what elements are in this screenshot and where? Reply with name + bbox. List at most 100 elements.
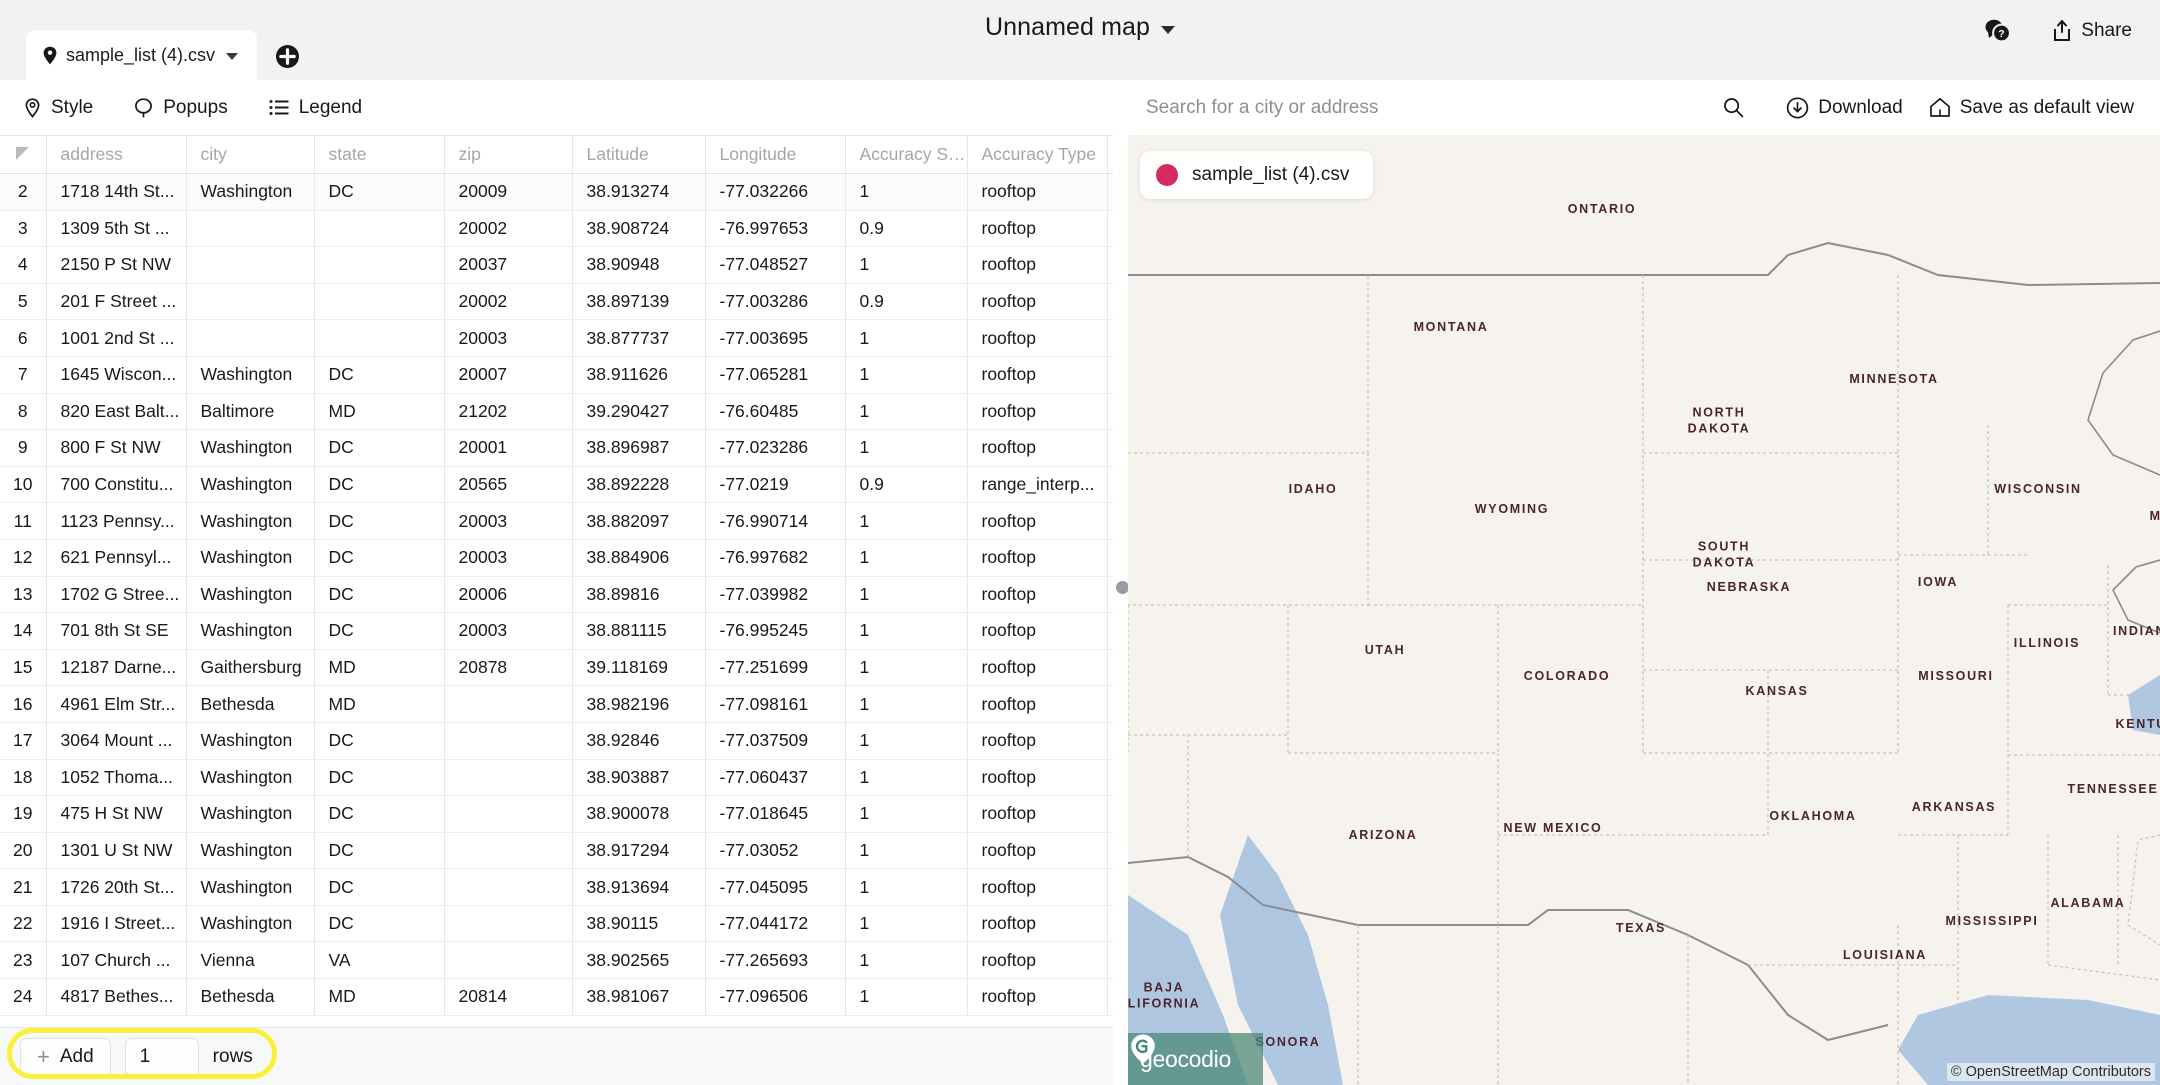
cell-longitude[interactable]: -77.003695	[705, 319, 846, 357]
cell-zip[interactable]: 20002	[444, 283, 573, 321]
table-row[interactable]: 15 12187 Darne... Gaithersburg MD 20878 39.11…	[0, 649, 1113, 687]
cell-accuracy-type[interactable]: rooftop	[967, 868, 1108, 906]
cell-state[interactable]: DC	[314, 576, 445, 614]
cell-accuracy-type[interactable]: rooftop	[967, 795, 1108, 833]
cell-city[interactable]	[186, 283, 315, 321]
cell-longitude[interactable]: -77.039982	[705, 576, 846, 614]
cell-latitude[interactable]: 38.900078	[572, 795, 706, 833]
cell-accuracy-score[interactable]: 1	[845, 978, 968, 1016]
cell-zip[interactable]	[444, 832, 573, 870]
cell-city[interactable]: Washington	[186, 905, 315, 943]
cell-state[interactable]: DC	[314, 173, 445, 211]
cell-accuracy-type[interactable]: rooftop	[967, 210, 1108, 248]
cell-zip[interactable]: 20003	[444, 502, 573, 540]
table-row[interactable]: 16 4961 Elm Str... Bethesda MD 38.982196 -77.…	[0, 685, 1113, 723]
cell-accuracy-type[interactable]: rooftop	[967, 173, 1108, 211]
cell-latitude[interactable]: 38.896987	[572, 429, 706, 467]
search-icon[interactable]	[1707, 97, 1760, 118]
cell-address[interactable]: 201 F Street ...	[46, 283, 187, 321]
row-number[interactable]: 18	[0, 759, 47, 797]
map-legend-chip[interactable]: sample_list (4).csv	[1140, 151, 1374, 199]
panel-resize-divider[interactable]	[1113, 80, 1129, 1085]
cell-state[interactable]	[314, 319, 445, 357]
cell-accuracy-type[interactable]: rooftop	[967, 722, 1108, 760]
column-header-city[interactable]: city	[186, 135, 315, 174]
cell-address[interactable]: 3064 Mount ...	[46, 722, 187, 760]
cell-city[interactable]: Washington	[186, 868, 315, 906]
row-number[interactable]: 15	[0, 649, 47, 687]
row-number[interactable]: 20	[0, 832, 47, 870]
cell-accuracy-type[interactable]: rooftop	[967, 612, 1108, 650]
cell-longitude[interactable]: -77.003286	[705, 283, 846, 321]
cell-city[interactable]: Baltimore	[186, 393, 315, 431]
geocodio-branding[interactable]: geocodio	[1128, 1033, 1263, 1085]
table-row[interactable]: 9 800 F St NW Washington DC 20001 38.896987 -7…	[0, 429, 1113, 467]
cell-latitude[interactable]: 38.884906	[572, 539, 706, 577]
cell-latitude[interactable]: 38.917294	[572, 832, 706, 870]
column-header-state[interactable]: state	[314, 135, 445, 174]
cell-accuracy-type[interactable]: rooftop	[967, 576, 1108, 614]
cell-zip[interactable]: 20003	[444, 319, 573, 357]
popups-button[interactable]: Popups	[134, 97, 228, 119]
cell-zip[interactable]	[444, 685, 573, 723]
cell-city[interactable]: Washington	[186, 466, 315, 504]
cell-state[interactable]: DC	[314, 429, 445, 467]
column-header-latitude[interactable]: Latitude	[572, 135, 706, 174]
cell-latitude[interactable]: 38.92846	[572, 722, 706, 760]
cell-address[interactable]: 1702 G Stree...	[46, 576, 187, 614]
cell-accuracy-type[interactable]: rooftop	[967, 649, 1108, 687]
cell-state[interactable]: DC	[314, 466, 445, 504]
row-number[interactable]: 16	[0, 685, 47, 723]
row-number[interactable]: 21	[0, 868, 47, 906]
cell-zip[interactable]: 20003	[444, 612, 573, 650]
table-row[interactable]: 7 1645 Wiscon... Washington DC 20007 38.91162…	[0, 356, 1113, 394]
cell-accuracy-type[interactable]: rooftop	[967, 356, 1108, 394]
row-number[interactable]: 5	[0, 283, 47, 321]
cell-address[interactable]: 621 Pennsyl...	[46, 539, 187, 577]
row-number[interactable]: 11	[0, 502, 47, 540]
table-row[interactable]: 20 1301 U St NW Washington DC 38.917294 -77.0…	[0, 832, 1113, 870]
cell-address[interactable]: 2150 P St NW	[46, 246, 187, 284]
cell-longitude[interactable]: -77.03052	[705, 832, 846, 870]
add-button[interactable]: + Add	[20, 1037, 111, 1076]
row-number[interactable]: 7	[0, 356, 47, 394]
row-number[interactable]: 23	[0, 941, 47, 980]
cell-address[interactable]: 700 Constitu...	[46, 466, 187, 504]
cell-state[interactable]: VA	[314, 941, 445, 980]
cell-address[interactable]: 4817 Bethes...	[46, 978, 187, 1016]
cell-longitude[interactable]: -77.265693	[705, 941, 846, 980]
table-row[interactable]: 24 4817 Bethes... Bethesda MD 20814 38.981067…	[0, 978, 1113, 1016]
cell-city[interactable]: Washington	[186, 356, 315, 394]
cell-latitude[interactable]: 38.913274	[572, 173, 706, 211]
table-row[interactable]: 8 820 East Balt... Baltimore MD 21202 39.2904…	[0, 393, 1113, 431]
cell-city[interactable]	[186, 246, 315, 284]
cell-city[interactable]: Washington	[186, 173, 315, 211]
cell-longitude[interactable]: -76.997682	[705, 539, 846, 577]
cell-city[interactable]: Washington	[186, 539, 315, 577]
table-row[interactable]: 19 475 H St NW Washington DC 38.900078 -77.01…	[0, 795, 1113, 833]
cell-state[interactable]: MD	[314, 393, 445, 431]
cell-accuracy-type[interactable]: rooftop	[967, 941, 1108, 980]
legend-button[interactable]: Legend	[269, 97, 362, 119]
download-button[interactable]: Download	[1786, 97, 1903, 119]
cell-accuracy-score[interactable]: 1	[845, 173, 968, 211]
table-row[interactable]: 11 1123 Pennsy... Washington DC 20003 38.8820…	[0, 502, 1113, 540]
cell-zip[interactable]	[444, 868, 573, 906]
chevron-down-icon[interactable]	[226, 52, 239, 60]
cell-longitude[interactable]: -77.065281	[705, 356, 846, 394]
cell-city[interactable]: Washington	[186, 502, 315, 540]
table-row[interactable]: 23 107 Church ... Vienna VA 38.902565 -77.265…	[0, 941, 1113, 980]
cell-latitude[interactable]: 39.290427	[572, 393, 706, 431]
cell-state[interactable]: DC	[314, 356, 445, 394]
cell-zip[interactable]: 20007	[444, 356, 573, 394]
cell-longitude[interactable]: -77.037509	[705, 722, 846, 760]
cell-state[interactable]	[314, 210, 445, 248]
cell-zip[interactable]	[444, 759, 573, 797]
row-number[interactable]: 12	[0, 539, 47, 577]
cell-longitude[interactable]: -76.997653	[705, 210, 846, 248]
cell-latitude[interactable]: 38.908724	[572, 210, 706, 248]
cell-zip[interactable]: 20565	[444, 466, 573, 504]
cell-longitude[interactable]: -77.251699	[705, 649, 846, 687]
row-number[interactable]: 19	[0, 795, 47, 833]
cell-accuracy-score[interactable]: 1	[845, 832, 968, 870]
